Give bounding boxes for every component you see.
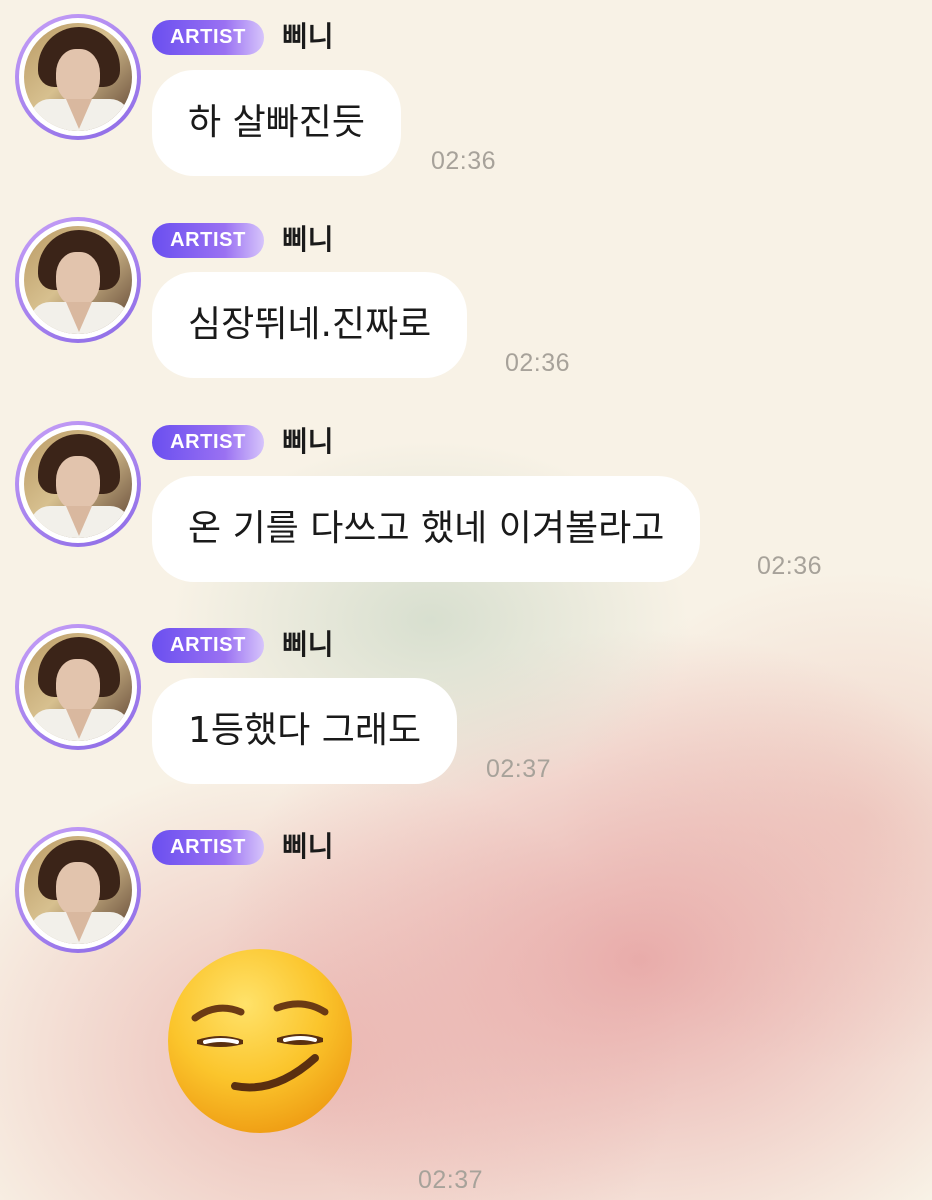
message-timestamp: 02:36	[757, 552, 823, 580]
sender-name: 삐니	[282, 20, 334, 53]
chat-background	[0, 0, 932, 1200]
artist-badge: ARTIST	[152, 223, 264, 258]
artist-badge: ARTIST	[152, 20, 264, 55]
sender-name: 삐니	[282, 223, 334, 256]
artist-avatar[interactable]	[15, 14, 141, 140]
message-timestamp: 02:37	[418, 1166, 484, 1194]
sender-name: 삐니	[282, 830, 334, 863]
artist-badge: ARTIST	[152, 425, 264, 460]
message-bubble[interactable]: 심장뛰네.진짜로	[152, 272, 468, 378]
sender-name: 삐니	[282, 425, 334, 458]
artist-badge: ARTIST	[152, 830, 264, 865]
message-timestamp: 02:36	[505, 349, 571, 377]
sender-name: 삐니	[282, 628, 334, 661]
message-timestamp: 02:37	[486, 755, 552, 783]
message-timestamp: 02:36	[431, 147, 497, 175]
message-bubble[interactable]: 온 기를 다쓰고 했네 이겨볼라고	[152, 476, 701, 582]
artist-badge: ARTIST	[152, 628, 264, 663]
message-bubble[interactable]: 하 살빠진듯	[152, 70, 402, 176]
artist-avatar[interactable]	[15, 421, 141, 547]
message-bubble[interactable]: 1등했다 그래도	[152, 678, 458, 784]
artist-avatar[interactable]	[15, 827, 141, 953]
artist-avatar[interactable]	[15, 217, 141, 343]
artist-avatar[interactable]	[15, 624, 141, 750]
smirking-face-icon[interactable]	[165, 946, 355, 1136]
